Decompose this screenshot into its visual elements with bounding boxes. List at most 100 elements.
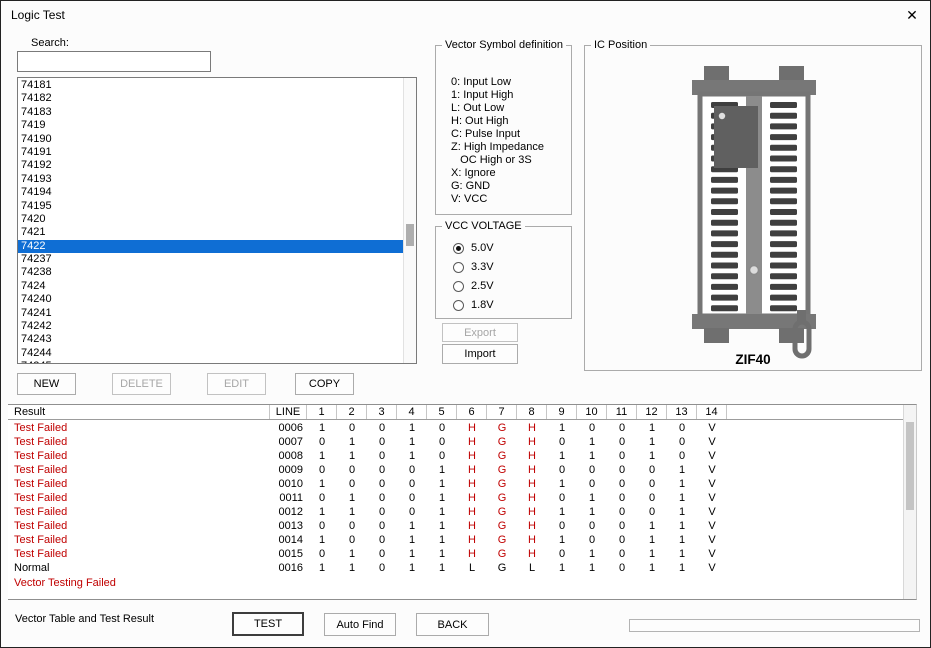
device-list-item[interactable]: 74193: [18, 173, 403, 186]
device-list-item[interactable]: 7424: [18, 280, 403, 293]
table-scrollbar[interactable]: [903, 405, 916, 599]
vector-cell: 0: [618, 562, 626, 574]
vector-cell: 0: [648, 492, 656, 504]
column-header: 8: [517, 405, 547, 419]
device-list-item[interactable]: 74238: [18, 266, 403, 279]
vector-cell: 1: [558, 450, 566, 462]
device-list-item[interactable]: 7422: [18, 239, 403, 254]
result-cell: Test Failed: [14, 478, 68, 490]
back-button[interactable]: BACK: [416, 613, 489, 636]
close-icon[interactable]: ✕: [902, 5, 922, 25]
vector-symbol-line: H: Out High: [451, 115, 509, 127]
vector-cell: 0: [618, 436, 626, 448]
table-row[interactable]: Test Failed 0007 0 1 0 1 0 H G H 0 1 0 1 0 V: [8, 436, 916, 450]
vector-cell: 0: [648, 478, 656, 490]
vector-cell: 0: [408, 478, 416, 490]
column-header: 13: [667, 405, 697, 419]
vector-cell: G: [497, 492, 507, 504]
column-header: 12: [637, 405, 667, 419]
vector-cell: 1: [558, 422, 566, 434]
vector-cell: 1: [348, 492, 356, 504]
vector-cell: 1: [408, 436, 416, 448]
table-row[interactable]: Test Failed 0008 1 1 0 1 0 H G H 1 1 0 1 0 V: [8, 450, 916, 464]
radio-icon[interactable]: [453, 261, 464, 273]
vector-cell: 1: [408, 548, 416, 560]
vector-cell: 0: [618, 506, 626, 518]
vector-cell: 0: [318, 436, 326, 448]
device-list-item[interactable]: 74244: [18, 347, 403, 360]
vector-cell: 0: [348, 520, 356, 532]
vector-cell: 0: [678, 450, 686, 462]
edit-button[interactable]: EDIT: [207, 373, 266, 395]
ic-position-title: IC Position: [591, 39, 651, 51]
device-list-item[interactable]: 74243: [18, 333, 403, 346]
vector-cell: 0: [378, 492, 386, 504]
vector-cell: G: [497, 478, 507, 490]
vcc-radio-2.5V[interactable]: 2.5V: [453, 279, 494, 293]
device-list-item[interactable]: 74194: [18, 186, 403, 199]
vcc-radio-1.8V[interactable]: 1.8V: [453, 298, 494, 312]
new-button[interactable]: NEW: [17, 373, 76, 395]
vector-cell: G: [497, 464, 507, 476]
vcc-radio-5.0V[interactable]: 5.0V: [453, 241, 494, 255]
device-list-item[interactable]: 7419: [18, 119, 403, 132]
vector-cell: 1: [648, 436, 656, 448]
vector-symbol-line: 0: Input Low: [451, 76, 511, 88]
export-button[interactable]: Export: [442, 323, 518, 342]
device-list-item[interactable]: 74245: [18, 360, 403, 363]
socket-label: ZIF40: [735, 352, 771, 367]
vector-cell: H: [468, 492, 476, 504]
table-row[interactable]: Test Failed 0014 1 0 0 1 1 H G H 1 0 0 1 1 V: [8, 534, 916, 548]
result-cell: Test Failed: [14, 464, 68, 476]
device-list-item[interactable]: 7421: [18, 226, 403, 239]
table-row[interactable]: Test Failed 0015 0 1 0 1 1 H G H 0 1 0 1 1 V: [8, 548, 916, 562]
device-list-item[interactable]: 74240: [18, 293, 403, 306]
device-list: 74181 74182 74183 7419 74190 74191 74192 74193 7…: [18, 79, 403, 363]
table-row[interactable]: Test Failed 0013 0 0 0 1 1 H G H 0 0 0 1 1 V: [8, 520, 916, 534]
vector-cell: H: [468, 520, 476, 532]
vector-cell: 1: [438, 492, 446, 504]
table-row[interactable]: Test Failed 0012 1 1 0 0 1 H G H 1 1 0 0 1 V: [8, 506, 916, 520]
radio-icon[interactable]: [453, 280, 464, 292]
vector-cell: 1: [678, 520, 686, 532]
device-list-item[interactable]: 74195: [18, 200, 403, 213]
device-list-item[interactable]: 74241: [18, 307, 403, 320]
import-button[interactable]: Import: [442, 344, 518, 364]
vector-cell: H: [468, 506, 476, 518]
table-row[interactable]: Test Failed 0010 1 0 0 0 1 H G H 1 0 0 0 1 V: [8, 478, 916, 492]
logic-test-dialog: Logic Test ✕ Search: 74181 74182 74183 7419…: [0, 0, 931, 648]
vector-cell: 0: [618, 520, 626, 532]
vector-cell: H: [528, 548, 536, 560]
vector-cell: 1: [438, 478, 446, 490]
table-row[interactable]: Test Failed 0011 0 1 0 0 1 H G H 0 1 0 0 1 V: [8, 492, 916, 506]
radio-icon[interactable]: [453, 299, 464, 311]
device-list-item[interactable]: 74242: [18, 320, 403, 333]
copy-button[interactable]: COPY: [295, 373, 354, 395]
vector-cell: H: [468, 548, 476, 560]
device-list-item[interactable]: 74181: [18, 79, 403, 92]
vector-symbol-line: X: Ignore: [451, 167, 496, 179]
delete-button[interactable]: DELETE: [112, 373, 171, 395]
table-row[interactable]: Normal 0016 1 1 0 1 1 L G L 1 1 0 1 1 V: [8, 562, 916, 576]
device-list-item[interactable]: 7420: [18, 213, 403, 226]
test-button[interactable]: TEST: [232, 612, 304, 636]
device-listbox: 74181 74182 74183 7419 74190 74191 74192 74193 7…: [17, 77, 417, 364]
radio-icon[interactable]: [453, 242, 464, 254]
search-input[interactable]: [17, 51, 211, 72]
auto-find-button[interactable]: Auto Find: [324, 613, 396, 636]
vector-cell: 0: [378, 464, 386, 476]
table-row[interactable]: Test Failed 0006 1 0 0 1 0 H G H 1 0 0 1 0 V: [8, 422, 916, 436]
device-list-item[interactable]: 74191: [18, 146, 403, 159]
table-scrollbar-thumb[interactable]: [906, 422, 914, 510]
list-scrollbar[interactable]: [403, 78, 416, 363]
table-row[interactable]: Test Failed 0009 0 0 0 0 1 H G H 0 0 0 0 1 V: [8, 464, 916, 478]
device-list-item[interactable]: 74190: [18, 133, 403, 146]
device-list-item[interactable]: 74237: [18, 253, 403, 266]
vcc-radio-3.3V[interactable]: 3.3V: [453, 260, 494, 274]
list-scrollbar-thumb[interactable]: [406, 224, 414, 246]
column-header: 7: [487, 405, 517, 419]
device-list-item[interactable]: 74182: [18, 92, 403, 105]
device-list-item[interactable]: 74183: [18, 106, 403, 119]
vector-symbol-line: G: GND: [451, 180, 491, 192]
device-list-item[interactable]: 74192: [18, 159, 403, 172]
